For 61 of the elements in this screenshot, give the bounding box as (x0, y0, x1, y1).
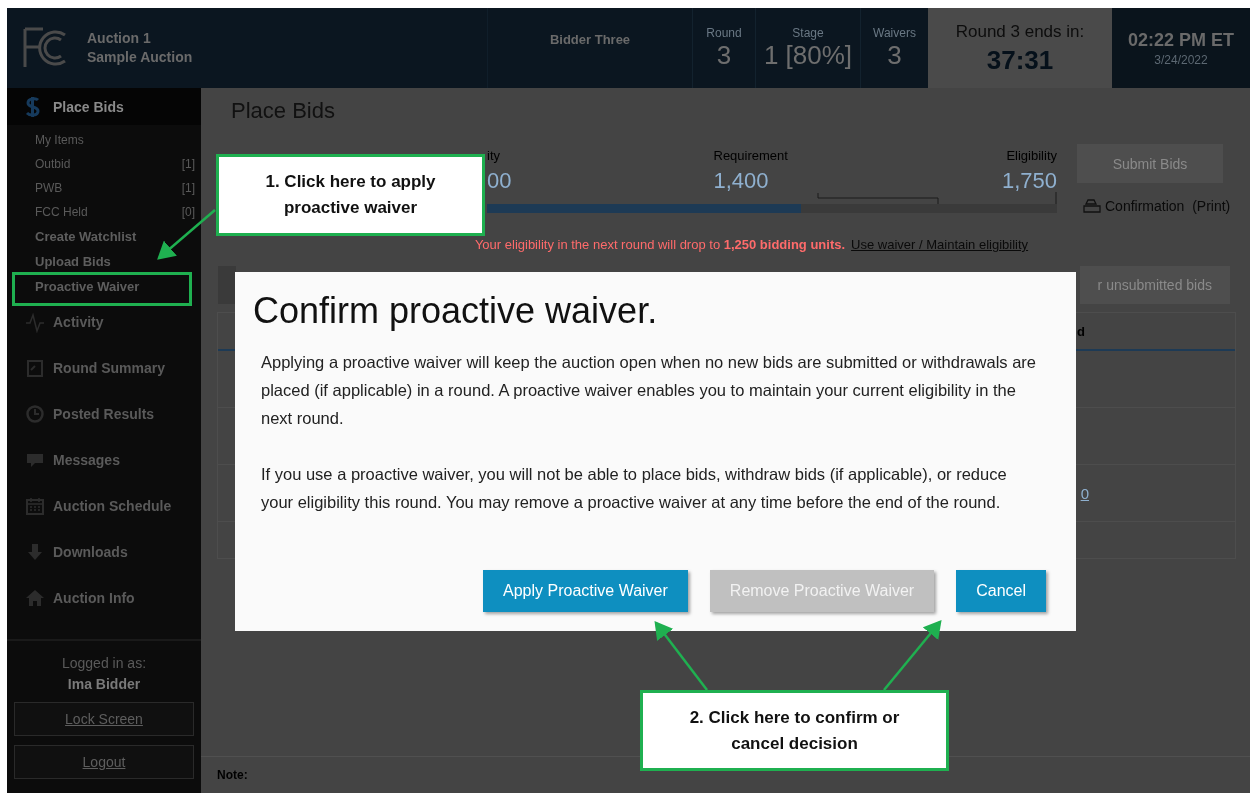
note-label: Note: (217, 768, 248, 782)
callout-arrow (654, 621, 708, 691)
home-icon (25, 587, 45, 609)
bidder-name: Bidder Three (549, 32, 631, 49)
stat-value: 1,400 (713, 168, 770, 194)
sub-nav-item[interactable]: Create Watchlist (35, 224, 201, 249)
printer-icon (1083, 199, 1101, 213)
stat-label: Eligibility (1005, 148, 1057, 163)
stat-label: Stage (792, 26, 824, 40)
report-icon (25, 357, 45, 379)
stat-value: 1,750 (1001, 168, 1057, 194)
modal-text: If you use a proactive waiver, you will not be able to place bids, withdraw bids (if applicable), or reduce your eligibility this round. You may remove a proactive waiver at any time before the end of the round. (261, 464, 1008, 513)
modal-title: Confirm proactive waiver. (253, 290, 659, 332)
timer-value: 37:31 (985, 45, 1055, 76)
stat-label: Waivers (873, 26, 916, 40)
print-link[interactable]: Confirmation (Print) (1083, 198, 1231, 214)
modal-text: Applying a proactive waiver will keep the auction open when no new bids are submitted or withdrawals are placed (if applicable) in a round. A proactive waiver enables you to maintain your current eligibility in the next round. (261, 352, 1036, 429)
clock-date: 3/24/2022 (1153, 53, 1209, 67)
sidebar-button[interactable]: Lock Screen (14, 702, 194, 736)
callout-box: 1. Click here to apply proactive waiver (216, 154, 485, 236)
nav-item[interactable]: Posted Results (7, 391, 201, 437)
nav-item[interactable]: Auction Info (7, 575, 201, 621)
auction-name: Auction 1 (87, 29, 152, 48)
calendar-icon (25, 495, 45, 517)
nav-item[interactable]: Auction Schedule (7, 483, 201, 529)
sub-nav-item[interactable]: Upload Bids (35, 249, 201, 274)
nav-item[interactable]: Messages (7, 437, 201, 483)
nav-item[interactable]: Place Bids (7, 88, 201, 125)
user-name: Ima Bidder (66, 676, 142, 692)
warning-text: Your eligibility in the next round will drop to 1,250 bidding units. (474, 237, 846, 252)
timer-label: Round 3 ends in: (954, 22, 1086, 42)
stat-value: 1 [80%] (763, 40, 853, 70)
sub-nav-item[interactable]: My Items (35, 128, 201, 152)
table-link[interactable]: 0 (1080, 484, 1089, 502)
callout-arrow (157, 209, 216, 260)
dialog-button[interactable]: Apply Proactive Waiver (483, 570, 688, 612)
nav-item[interactable]: Round Summary (7, 345, 201, 391)
stat-value: 3 (716, 40, 732, 70)
stat-label: ity (487, 148, 501, 163)
stat-label: Requirement (713, 148, 788, 163)
callout-arrow (883, 620, 942, 691)
callout-box: 2. Click here to confirm or cancel decision (640, 690, 949, 771)
clock-time: 02:22 PM ET (1126, 30, 1235, 51)
dialog-button[interactable]: Cancel (956, 570, 1046, 612)
column-header: d (1077, 323, 1085, 339)
clock-icon (25, 403, 45, 425)
nav-item[interactable]: Activity (7, 299, 201, 345)
sub-nav-item[interactable]: FCC Held [0] (35, 200, 201, 224)
sidebar-button[interactable]: Logout (14, 745, 194, 779)
auction-subtitle: Sample Auction (87, 48, 193, 67)
tab-stub[interactable] (218, 266, 236, 304)
stat-value: 00 (487, 168, 512, 194)
pulse-icon (25, 311, 45, 333)
waiver-link[interactable]: Use waiver / Maintain eligibility (851, 237, 1029, 252)
stat-label: Round (706, 26, 742, 40)
nav-item[interactable]: Downloads (7, 529, 201, 575)
sub-nav-item[interactable]: Proactive Waiver (35, 274, 201, 299)
logged-in-label: Logged in as: (60, 655, 148, 671)
sub-nav-item[interactable]: Outbid [1] (35, 152, 201, 176)
sub-nav-item[interactable]: PWB [1] (35, 176, 201, 200)
stat-value: 3 (887, 40, 902, 70)
